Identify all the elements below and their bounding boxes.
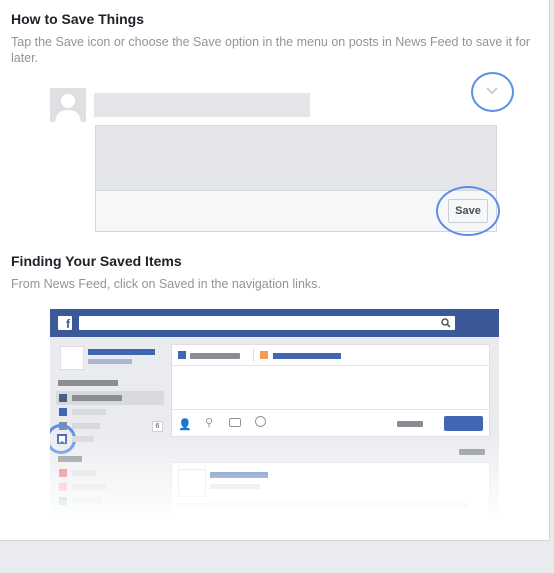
mock-post-button[interactable]	[444, 416, 483, 431]
mock-nav-label	[72, 498, 102, 504]
section-description-save-things: Tap the Save icon or choose the Save opt…	[11, 35, 531, 65]
mock-tab-label[interactable]	[273, 353, 341, 359]
mock-tab-label[interactable]	[190, 353, 240, 359]
avatar	[50, 88, 86, 122]
mock-search-input[interactable]	[79, 316, 455, 330]
mock-nav-label	[72, 423, 100, 429]
location-icon[interactable]: ⚲	[205, 416, 213, 429]
pencil-icon	[178, 351, 186, 359]
app-icon	[59, 483, 67, 491]
story-author	[210, 472, 268, 478]
facebook-logo: f	[58, 316, 72, 331]
mock-profile-name	[88, 349, 155, 355]
mock-nav-label-saved[interactable]	[72, 436, 94, 442]
tag-friends-icon[interactable]: 👤	[178, 418, 192, 431]
mock-profile-sub	[88, 359, 132, 364]
messenger-icon	[59, 408, 67, 416]
app-icon	[59, 469, 67, 477]
count-badge: 6	[152, 421, 163, 432]
sort-selector[interactable]	[459, 449, 485, 455]
mock-nav-item-newsfeed[interactable]	[56, 391, 164, 405]
audience-selector[interactable]	[397, 421, 423, 427]
search-icon	[441, 318, 451, 328]
story-timestamp	[210, 484, 260, 489]
post-content-placeholder	[96, 126, 496, 190]
emoji-icon[interactable]	[255, 416, 266, 427]
avatar-silhouette-icon	[55, 94, 81, 122]
mock-nav-label	[72, 470, 96, 476]
section-title-save-things: How to Save Things	[11, 11, 145, 27]
post-author-placeholder	[94, 93, 310, 117]
camera-icon[interactable]	[229, 418, 241, 427]
mock-nav-header	[58, 456, 82, 462]
mock-feed-illustration: f 6 👤 ⚲	[50, 309, 499, 515]
mock-profile-avatar	[60, 346, 84, 370]
photo-icon	[260, 351, 268, 359]
chevron-down-icon[interactable]	[485, 84, 499, 98]
story-avatar	[178, 469, 206, 497]
save-button[interactable]: Save	[448, 199, 488, 223]
story-text	[178, 503, 468, 508]
mock-nav-label	[72, 484, 106, 490]
app-icon	[59, 497, 67, 505]
mock-story	[171, 462, 490, 515]
mock-composer: 👤 ⚲	[171, 344, 490, 437]
help-card: How to Save Things Tap the Save icon or …	[0, 0, 550, 541]
section-title-finding-saved: Finding Your Saved Items	[11, 253, 182, 269]
section-description-finding-saved: From News Feed, click on Saved in the na…	[11, 277, 321, 291]
bookmark-icon[interactable]	[57, 434, 67, 444]
mock-nav-header	[58, 380, 118, 386]
mock-nav-label	[72, 409, 106, 415]
mock-topbar: f	[50, 309, 499, 337]
